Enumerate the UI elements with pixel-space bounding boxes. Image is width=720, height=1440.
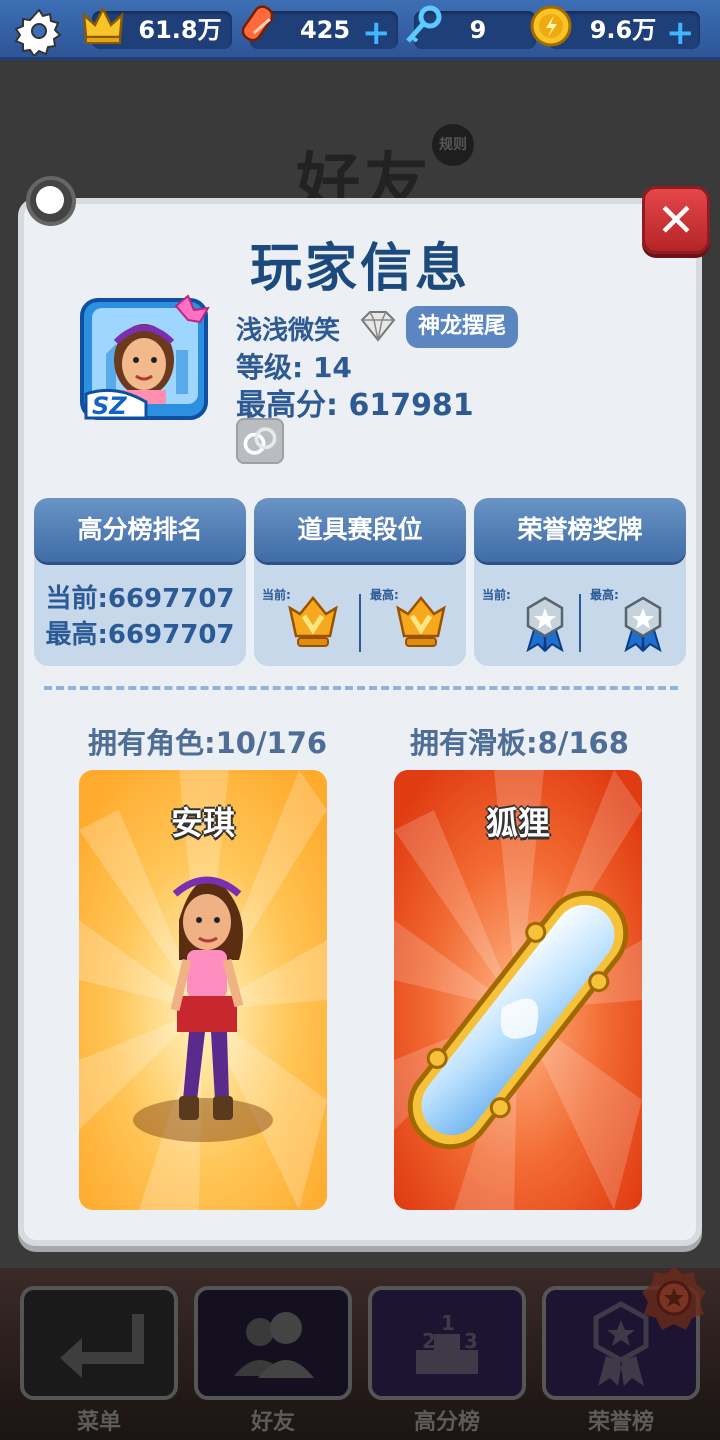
nav-leaderboard-button[interactable]: 2 1 3: [368, 1286, 526, 1400]
nav-honor-label: 荣誉榜: [587, 1410, 654, 1435]
dialog-title: 玩家信息: [249, 239, 470, 299]
card-header: 高分榜排名: [34, 498, 246, 562]
dialog-corner-ornament: [26, 176, 76, 226]
section-divider: [44, 686, 678, 690]
svg-text:2: 2: [422, 1329, 436, 1353]
card-header-label: 高分榜排名: [77, 515, 203, 544]
item-race-tier-card: 道具赛段位 当前: 最高:: [254, 498, 466, 666]
crown-value: 61.8万: [138, 16, 222, 44]
nav-friends-button[interactable]: [194, 1286, 352, 1400]
player-title-badge: 神龙摆尾: [406, 306, 519, 348]
add-hoverboard-button[interactable]: +: [362, 16, 391, 50]
hoverboard-value: 425: [299, 16, 351, 44]
best-rank: 最高:6697707: [45, 620, 235, 650]
podium-icon: 2 1 3: [416, 1311, 478, 1374]
player-name: 浅浅微笑: [236, 316, 341, 346]
nav-menu-button[interactable]: [20, 1286, 178, 1400]
nav-menu-label: 菜单: [76, 1410, 121, 1435]
honor-medal-icon: [624, 596, 662, 652]
rings-icon[interactable]: [236, 418, 284, 464]
card-header-label: 道具赛段位: [297, 515, 423, 544]
svg-text:3: 3: [464, 1329, 478, 1353]
key-icon: [406, 5, 442, 43]
owned-characters-count: 拥有角色:10/176: [88, 726, 328, 760]
friends-icon: [234, 1312, 314, 1378]
svg-text:1: 1: [441, 1311, 455, 1335]
diamond-rank-icon: [360, 311, 396, 342]
card-header: 荣誉榜奖牌: [474, 498, 686, 562]
board-name: 狐狸: [485, 804, 550, 842]
resource-bar: 61.8万 425 + 9 9.6万 +: [0, 0, 720, 60]
card-divider: [579, 594, 581, 652]
current-rank: 当前:6697707: [45, 584, 235, 614]
card-header: 道具赛段位: [254, 498, 466, 562]
coin-value: 9.6万: [589, 16, 657, 44]
honor-medal-card: 荣誉榜奖牌 当前: 最高:: [474, 498, 686, 666]
tier-medal-icon: [396, 596, 446, 647]
card-divider: [359, 594, 361, 652]
owned-boards-count: 拥有滑板:8/168: [410, 726, 629, 760]
board-showcase[interactable]: 狐狸: [394, 770, 642, 1210]
coin-icon: [530, 5, 572, 47]
key-value: 9: [469, 16, 487, 44]
best-label: 最高:: [590, 588, 619, 602]
highscore-rank-card: 高分榜排名 当前:6697707 最高:6697707: [34, 498, 246, 666]
notification-medal-icon[interactable]: [636, 1262, 712, 1338]
avatar-badge-text: SZ: [92, 392, 127, 420]
player-avatar[interactable]: SZ: [76, 294, 216, 424]
current-label: 当前:: [482, 588, 511, 602]
hoverboard-icon: [241, 5, 274, 42]
nav-leaderboard-label: 高分榜: [413, 1410, 480, 1435]
card-header-label: 荣誉榜奖牌: [517, 515, 643, 544]
tier-medal-icon: [288, 596, 338, 647]
character-showcase[interactable]: 安琪: [79, 770, 327, 1210]
character-name: 安琪: [170, 804, 235, 842]
rules-button[interactable]: 规则: [432, 124, 474, 166]
nav-friends-label: 好友: [250, 1410, 295, 1435]
gear-icon[interactable]: [14, 6, 64, 56]
honor-medal-icon: [526, 596, 564, 652]
add-coin-button[interactable]: +: [666, 16, 695, 50]
crown-icon: [82, 6, 124, 44]
return-icon: [60, 1314, 144, 1378]
